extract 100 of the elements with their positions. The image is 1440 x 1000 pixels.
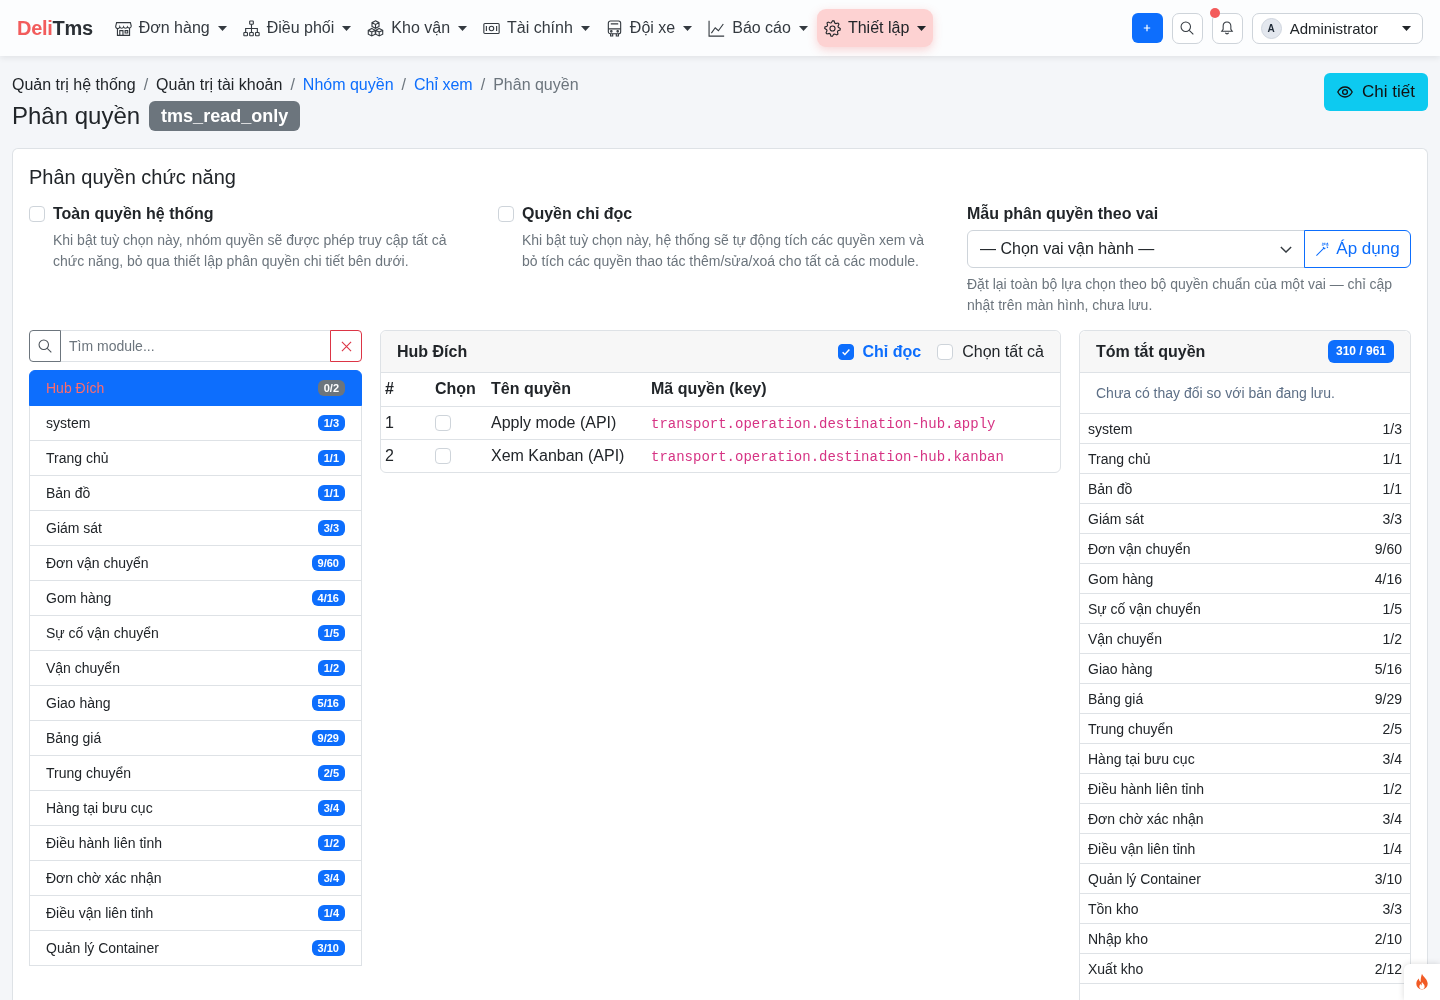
bell-icon <box>1220 21 1235 35</box>
breadcrumb-separator: / <box>480 75 486 95</box>
module-list-item[interactable]: system 1/3 <box>29 405 362 441</box>
module-list-item[interactable]: Hàng tại bưu cục 3/4 <box>29 790 362 826</box>
count-badge: 3/3 <box>317 520 345 536</box>
option-description: Khi bật tuỳ chọn này, hệ thống sẽ tự động tích các quyền xem và bỏ tích các quyền thao tác thêm/sửa/xoá cho tất cả các module. <box>522 231 926 271</box>
summary-module-name: Giao hàng <box>1088 660 1153 677</box>
summary-module-name: Đơn chờ xác nhận <box>1088 810 1204 827</box>
option-title: Quyền chỉ đọc <box>522 204 633 224</box>
summary-count: 4/16 <box>1374 570 1402 587</box>
section-title: Phân quyền chức năng <box>29 165 237 190</box>
brand-logo[interactable]: DeliTms <box>17 16 93 40</box>
module-list-item[interactable]: Sự cố vận chuyển 1/5 <box>29 615 362 651</box>
summary-module-name: system <box>1088 420 1133 437</box>
count-badge: 1/2 <box>317 835 345 851</box>
column-header: Chọn <box>431 373 487 406</box>
count-badge: 5/16 <box>311 695 345 711</box>
apply-button[interactable]: Áp dụng <box>1304 230 1411 268</box>
module-search-input[interactable]: Tìm module... <box>61 330 330 362</box>
magic-wand-icon <box>1315 241 1331 257</box>
nav-menu-item[interactable]: Kho vận <box>360 9 475 47</box>
count-badge: 1/5 <box>317 625 345 641</box>
user-menu-button[interactable]: A Administrator <box>1251 12 1423 44</box>
summary-module-name: Hàng tại bưu cục <box>1088 750 1195 767</box>
summary-module-name: Điều hành liên tỉnh <box>1088 780 1204 797</box>
module-list-item[interactable]: Giao hàng 5/16 <box>29 685 362 721</box>
count-badge: 0/2 <box>317 380 345 396</box>
breadcrumb-separator: / <box>401 75 406 95</box>
summary-count: 3/3 <box>1382 900 1402 917</box>
template-help: Đặt lại toàn bộ lựa chọn theo bộ quyền chuẩn của một vai — chỉ cập nhật trên màn hình, chưa lưu. <box>967 275 1393 315</box>
sitemap-icon <box>242 19 260 37</box>
nav-menu-item[interactable]: Tài chính <box>476 9 597 47</box>
gear-icon <box>823 19 841 37</box>
count-badge: 1/2 <box>317 660 345 676</box>
summary-module-name: Sự cố vận chuyển <box>1088 600 1201 617</box>
breadcrumb-separator: / <box>143 75 149 95</box>
count-badge: 9/60 <box>311 555 345 571</box>
summary-module-name: Bảng giá <box>1088 690 1144 707</box>
nav-menu-item[interactable]: Thiết lập <box>816 9 934 47</box>
summary-module-name: Giám sát <box>1088 510 1144 527</box>
nav-menu-item[interactable]: Báo cáo <box>701 9 815 47</box>
caret-icon <box>683 25 693 31</box>
page-title: Phân quyền <box>12 101 141 131</box>
breadcrumb-item: Quản trị hệ thống <box>12 75 136 95</box>
summary-count: 2/5 <box>1382 720 1402 737</box>
role-select[interactable]: — Chọn vai vận hành — <box>967 230 1305 268</box>
table-cell: Xem Kanban (API) <box>487 439 647 472</box>
module-list-item[interactable]: Điều vận liên tỉnh 1/4 <box>29 895 362 931</box>
search-icon <box>1180 21 1195 35</box>
module-list-item[interactable]: Trung chuyển 2/5 <box>29 755 362 791</box>
module-list-item[interactable]: Hub Đích 0/2 <box>29 370 362 406</box>
caret-icon <box>458 25 468 31</box>
summary-count: 3/4 <box>1382 810 1402 827</box>
column-header: # <box>381 373 431 406</box>
add-button[interactable] <box>1131 13 1163 43</box>
read-only-label[interactable]: Chỉ đọc <box>862 342 922 361</box>
close-icon <box>340 340 352 352</box>
summary-module-name: Vận chuyển <box>1088 630 1162 647</box>
summary-count: 1/1 <box>1382 480 1402 497</box>
module-list-item[interactable]: Gom hàng 4/16 <box>29 580 362 616</box>
summary-module-name: Trung chuyển <box>1088 720 1174 737</box>
module-list-item[interactable]: Quản lý Container 3/10 <box>29 930 362 966</box>
detail-button[interactable]: Chi tiết <box>1324 73 1428 111</box>
summary-count: 5/16 <box>1374 660 1402 677</box>
chevron-down-icon <box>1280 245 1292 253</box>
caret-icon <box>1402 25 1411 31</box>
summary-count: 1/1 <box>1382 450 1402 467</box>
module-list-item[interactable]: Trang chủ 1/1 <box>29 440 362 476</box>
column-header: Tên quyền <box>487 373 647 406</box>
nav-menu-item[interactable]: Điều phối <box>235 9 359 47</box>
module-list-item[interactable]: Vận chuyển 1/2 <box>29 650 362 686</box>
summary-count: 2/12 <box>1374 960 1402 977</box>
clear-search-button[interactable] <box>330 330 362 362</box>
module-list-item[interactable]: Đơn chờ xác nhận 3/4 <box>29 860 362 896</box>
checkbox[interactable] <box>837 343 854 360</box>
breadcrumb-link[interactable]: Chỉ xem <box>414 75 473 95</box>
caret-icon <box>342 25 352 31</box>
summary-module-name: Gom hàng <box>1088 570 1154 587</box>
summary-title: Tóm tắt quyền <box>1096 342 1206 361</box>
module-list-item[interactable]: Giám sát 3/3 <box>29 510 362 546</box>
summary-count: 9/29 <box>1374 690 1402 707</box>
module-list-item[interactable]: Điều hành liên tỉnh 1/2 <box>29 825 362 861</box>
template-label: Mẫu phân quyền theo vai <box>967 203 1160 224</box>
select-all-label[interactable]: Chọn tất cả <box>962 342 1044 361</box>
summary-count: 1/3 <box>1382 420 1402 437</box>
module-list-item[interactable]: Bản đồ 1/1 <box>29 475 362 511</box>
count-badge: 3/10 <box>311 940 345 956</box>
caret-icon <box>798 25 808 31</box>
module-list-item[interactable]: Bảng giá 9/29 <box>29 720 362 756</box>
caret-icon <box>580 25 590 31</box>
breadcrumb-link[interactable]: Nhóm quyền <box>302 75 394 95</box>
fire-icon[interactable] <box>1404 964 1440 1000</box>
nav-menu-item[interactable]: Đơn hàng <box>107 9 234 47</box>
search-button[interactable] <box>1171 12 1203 44</box>
summary-module-name: Trang chủ <box>1088 450 1151 467</box>
permission-key: transport.operation.destination-hub.kanban <box>651 448 1004 465</box>
summary-module-name: Tồn kho <box>1088 900 1139 917</box>
module-list-item[interactable]: Đơn vận chuyển 9/60 <box>29 545 362 581</box>
nav-menu-item[interactable]: Đội xe <box>598 9 700 47</box>
option-description: Khi bật tuỳ chọn này, nhóm quyền sẽ được phép truy cập tất cả chức năng, bỏ qua thiết lập phân quyền chi tiết bên dưới. <box>53 231 448 271</box>
